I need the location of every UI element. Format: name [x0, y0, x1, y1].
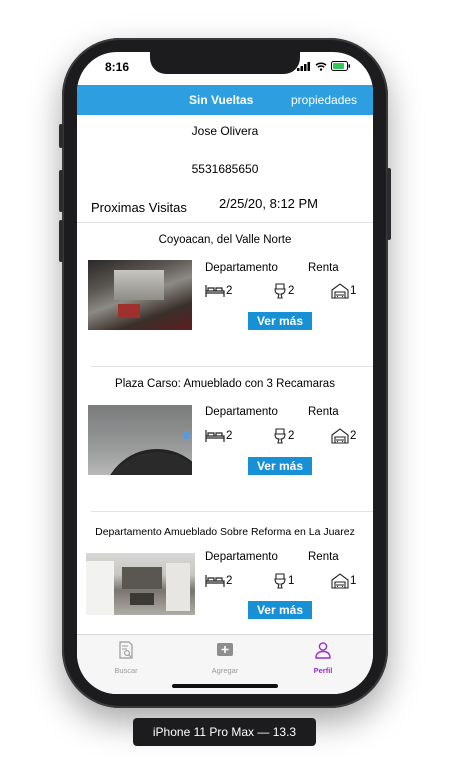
garage-icon	[331, 283, 349, 299]
photo-detail	[114, 270, 164, 300]
listing-operation: Renta	[308, 406, 339, 418]
listing-operation: Renta	[308, 551, 339, 563]
volume-up-button	[59, 170, 63, 212]
parking-count: 1	[350, 285, 357, 297]
photo-detail	[122, 567, 162, 589]
parking: 2	[331, 428, 356, 444]
listing-operation: Renta	[308, 262, 339, 274]
person-icon	[315, 642, 331, 659]
silent-switch	[59, 124, 63, 148]
bedrooms: 2	[205, 574, 232, 588]
bedrooms: 2	[205, 284, 232, 298]
parking-count: 2	[350, 430, 357, 442]
wifi-icon	[315, 62, 327, 71]
navigation-bar: Sin Vueltas propiedades	[77, 85, 373, 115]
tab-buscar[interactable]: Buscar	[96, 641, 156, 675]
photo-detail	[118, 304, 140, 318]
bathrooms-count: 2	[288, 430, 295, 442]
ver-mas-button[interactable]: Ver más	[248, 312, 312, 330]
listing-photo[interactable]	[88, 260, 192, 330]
profile-name: Jose Olivera	[191, 124, 259, 138]
photo-detail	[166, 563, 190, 611]
bathrooms-count: 2	[288, 285, 295, 297]
bedrooms-count: 2	[226, 285, 233, 297]
volume-down-button	[59, 220, 63, 262]
tab-label: Buscar	[114, 666, 138, 675]
divider	[77, 222, 373, 223]
tab-perfil[interactable]: Perfil	[293, 641, 353, 675]
bathrooms: 1	[273, 573, 294, 589]
device-caption: iPhone 11 Pro Max — 13.3	[133, 718, 316, 746]
listing-title: Plaza Carso: Amueblado con 3 Recamaras	[115, 378, 335, 390]
parking: 1	[331, 283, 356, 299]
ver-mas-button[interactable]: Ver más	[248, 457, 312, 475]
listing-title: Departamento Amueblado Sobre Reforma en …	[95, 526, 355, 538]
search-document-icon	[119, 641, 133, 659]
tab-label: Agregar	[211, 666, 239, 675]
photo-detail	[184, 431, 189, 439]
ver-mas-button[interactable]: Ver más	[248, 601, 312, 619]
bed-icon	[205, 285, 225, 297]
nav-title: Sin Vueltas	[189, 93, 254, 107]
listing-property-type: Departamento	[205, 551, 278, 563]
status-time: 8:16	[105, 60, 130, 74]
bedrooms-count: 2	[226, 575, 233, 587]
bed-icon	[205, 430, 225, 442]
power-button	[387, 168, 391, 240]
divider	[91, 511, 373, 512]
notch	[150, 52, 300, 74]
listing-photo[interactable]	[88, 405, 192, 475]
bedrooms: 2	[205, 429, 232, 443]
upcoming-visits-label: Proximas Visitas	[91, 200, 187, 215]
photo-detail	[86, 561, 114, 615]
home-indicator[interactable]	[172, 684, 278, 688]
tab-agregar[interactable]: Agregar	[195, 641, 255, 675]
garage-icon	[331, 428, 349, 444]
profile-phone: 5531685650	[191, 162, 259, 176]
garage-icon	[331, 573, 349, 589]
status-icons	[297, 61, 351, 71]
upcoming-visit-date: 2/25/20, 8:12 PM	[219, 196, 319, 211]
parking-count: 1	[350, 575, 357, 587]
bedrooms-count: 2	[226, 430, 233, 442]
signal-icon	[297, 61, 310, 71]
photo-detail	[102, 449, 192, 475]
bathrooms: 2	[273, 283, 294, 299]
listing-title: Coyoacan, del Valle Norte	[158, 234, 292, 246]
parking: 1	[331, 573, 356, 589]
bed-icon	[205, 575, 225, 587]
battery-icon	[331, 61, 350, 71]
listing-property-type: Departamento	[205, 262, 278, 274]
bathrooms-count: 1	[288, 575, 295, 587]
photo-detail	[130, 593, 154, 605]
listing-photo[interactable]	[86, 553, 195, 615]
tab-label: Perfil	[313, 666, 333, 675]
propiedades-link[interactable]: propiedades	[291, 93, 357, 107]
toilet-icon	[274, 428, 286, 444]
add-square-icon	[217, 643, 233, 656]
toilet-icon	[274, 573, 286, 589]
bathrooms: 2	[273, 428, 294, 444]
app-screen: 8:16 Sin Vueltas propiedades Jose Oliver…	[77, 52, 373, 694]
toilet-icon	[274, 283, 286, 299]
divider	[91, 366, 373, 367]
listing-property-type: Departamento	[205, 406, 278, 418]
